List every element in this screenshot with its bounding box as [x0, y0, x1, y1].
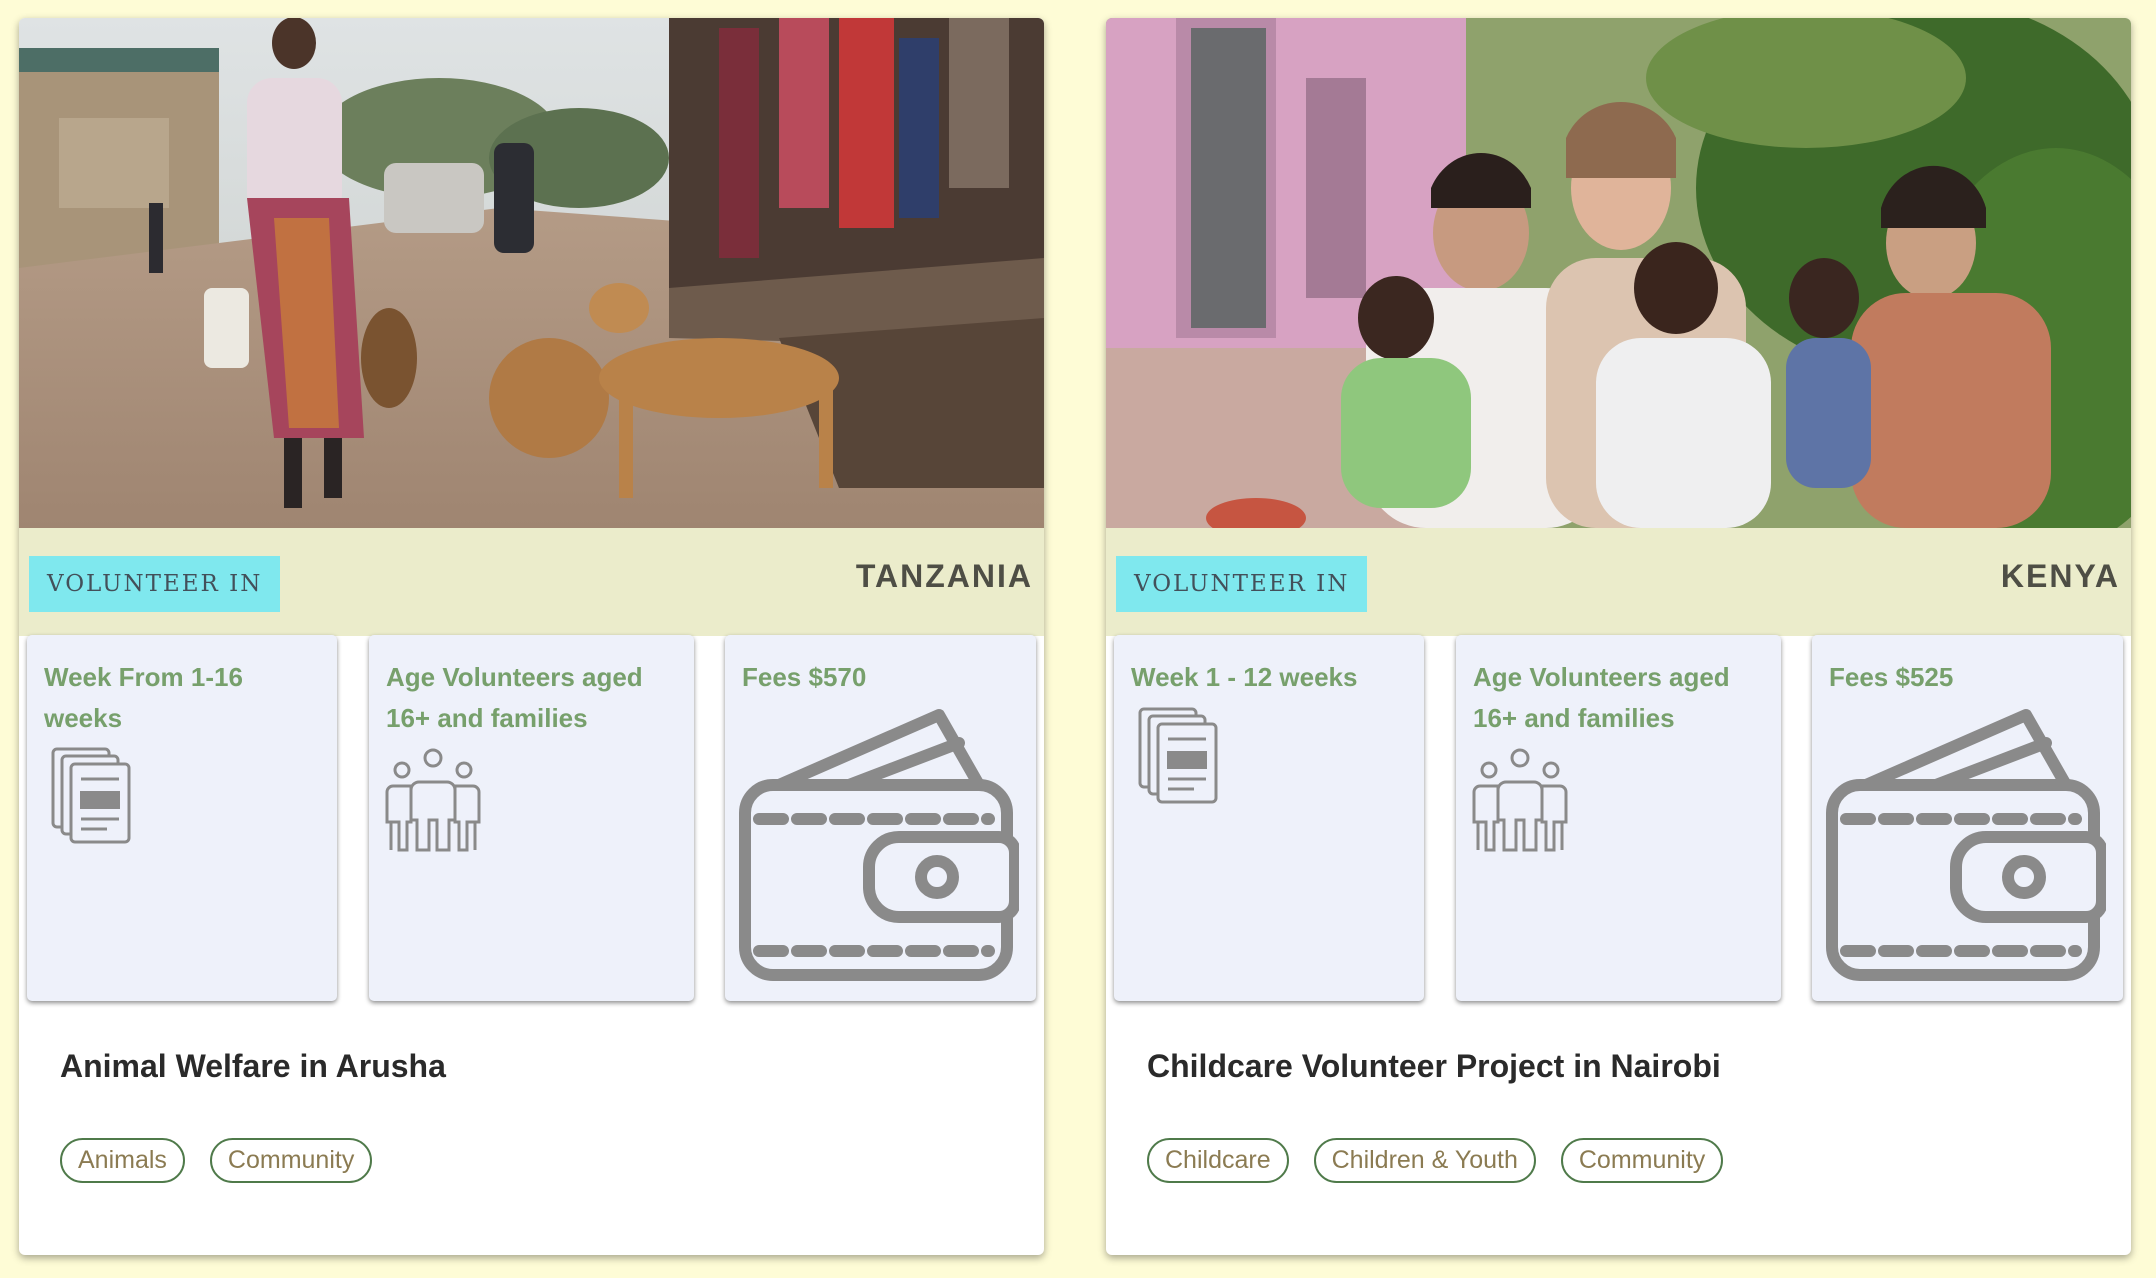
tag-childcare[interactable]: Childcare — [1147, 1138, 1289, 1183]
document-stack-icon — [51, 747, 131, 844]
volunteer-in-tag: VOLUNTEER IN — [29, 556, 281, 612]
tag-community[interactable]: Community — [209, 1138, 373, 1183]
location-band: VOLUNTEER IN KENYA — [1106, 528, 2131, 636]
age-label: Age Volunteers aged 16+ and families — [386, 662, 643, 733]
tag-list: Childcare Children & Youth Community — [1147, 1138, 1724, 1183]
duration-box: Week 1 - 12 weeks — [1114, 635, 1424, 1001]
age-box: Age Volunteers aged 16+ and families — [369, 635, 694, 1001]
location-band: VOLUNTEER IN TANZANIA — [19, 528, 1044, 636]
fees-box: Fees $525 — [1812, 635, 2123, 1001]
wallet-icon — [1826, 709, 2106, 981]
duration-box: Week From 1-16 weeks — [27, 635, 337, 1001]
fees-box: Fees $570 — [725, 635, 1036, 1001]
wallet-icon — [739, 709, 1019, 981]
tag-children-youth[interactable]: Children & Youth — [1313, 1138, 1536, 1183]
tag-community[interactable]: Community — [1560, 1138, 1724, 1183]
volunteer-in-tag: VOLUNTEER IN — [1116, 556, 1368, 612]
fees-label: Fees $525 — [1829, 662, 1954, 692]
family-group-icon — [385, 748, 481, 852]
age-box: Age Volunteers aged 16+ and families — [1456, 635, 1781, 1001]
family-group-icon — [1472, 748, 1568, 852]
tag-animals[interactable]: Animals — [60, 1138, 185, 1183]
project-photo[interactable] — [19, 18, 1044, 528]
project-title[interactable]: Childcare Volunteer Project in Nairobi — [1147, 1048, 1721, 1085]
country-name: TANZANIA — [855, 558, 1033, 594]
project-card-tanzania[interactable]: VOLUNTEER IN TANZANIA Week From 1-16 wee… — [19, 18, 1044, 1255]
fees-label: Fees $570 — [742, 662, 867, 692]
project-card-kenya[interactable]: VOLUNTEER IN KENYA Week 1 - 12 weeks Age… — [1106, 18, 2131, 1255]
document-stack-icon — [1138, 707, 1218, 804]
country-name: KENYA — [2000, 558, 2120, 594]
tag-list: Animals Community — [60, 1138, 373, 1183]
duration-label: Week From 1-16 weeks — [44, 662, 243, 733]
age-label: Age Volunteers aged 16+ and families — [1473, 662, 1730, 733]
duration-label: Week 1 - 12 weeks — [1131, 662, 1358, 692]
project-title[interactable]: Animal Welfare in Arusha — [60, 1048, 446, 1085]
project-photo[interactable] — [1106, 18, 2131, 528]
